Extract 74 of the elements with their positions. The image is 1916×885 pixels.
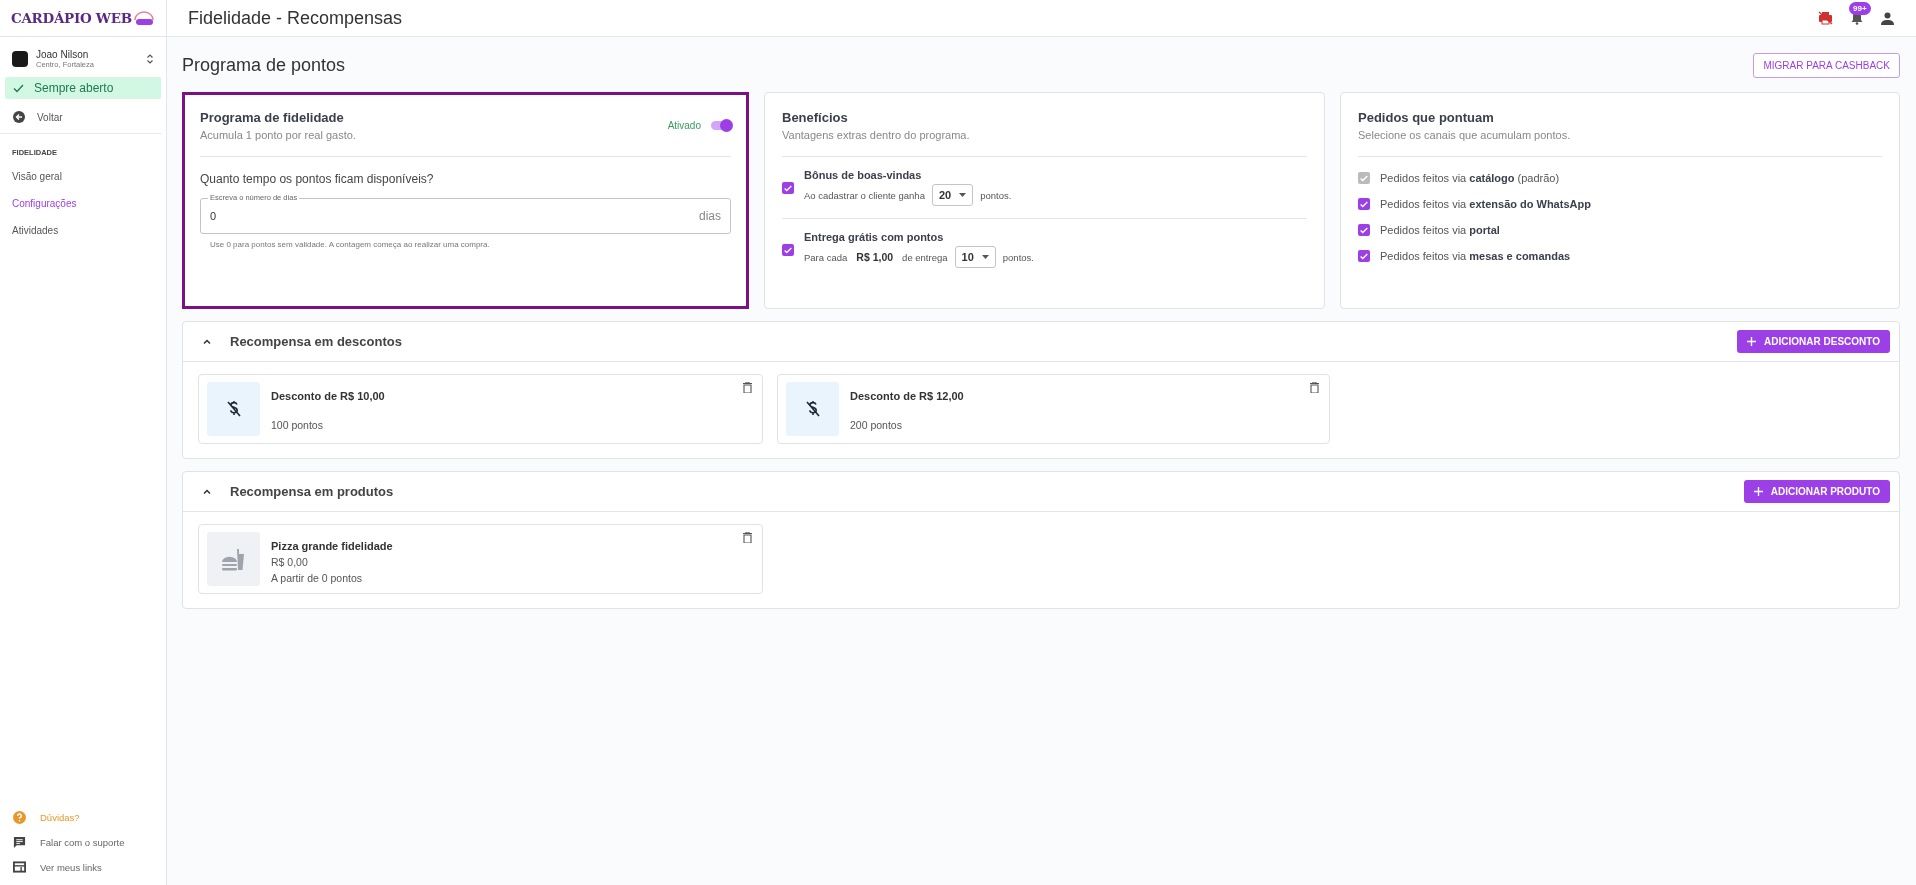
reward-card[interactable]: Desconto de R$ 10,00 100 pontos xyxy=(198,374,763,444)
plus-icon xyxy=(1747,337,1757,346)
card-title: Benefícios xyxy=(782,110,849,125)
benefit-title: Bônus de boas-vindas xyxy=(804,169,923,181)
reward-card[interactable]: Pizza grande fidelidade R$ 0,00 A partir de 0 pontos xyxy=(198,524,763,594)
notification-badge: 99+ xyxy=(1849,2,1871,15)
card-subtitle: Selecione os canais que acumulam pontos. xyxy=(1358,129,1572,141)
reward-card[interactable]: Desconto de R$ 12,00 200 pontos xyxy=(777,374,1330,444)
trash-icon[interactable] xyxy=(743,382,752,393)
help-icon xyxy=(13,811,26,824)
helper-text: Use 0 para pontos sem validade. A contagem começa ao realizar uma compra. xyxy=(210,240,491,249)
checkbox[interactable] xyxy=(1358,224,1370,236)
money-off-icon xyxy=(225,400,242,418)
points-select[interactable]: 10 xyxy=(954,246,996,268)
reward-title: Desconto de R$ 10,00 xyxy=(271,390,386,402)
card-subtitle: Acumula 1 ponto por real gasto. xyxy=(200,129,357,141)
plus-icon xyxy=(1753,487,1763,496)
user-icon[interactable] xyxy=(1881,11,1894,25)
card-subtitle: Vantagens extras dentro do programa. xyxy=(782,129,971,141)
window-icon xyxy=(13,861,26,873)
chat-icon xyxy=(13,836,26,849)
back-icon[interactable] xyxy=(13,111,25,123)
benefit-title: Entrega grátis com pontos xyxy=(804,231,945,243)
trash-icon[interactable] xyxy=(743,532,752,543)
add-button[interactable]: ADICIONAR DESCONTO xyxy=(1737,330,1890,353)
benefit-text: pontos. xyxy=(980,189,1012,201)
add-button[interactable]: ADICIONAR PRODUTO xyxy=(1743,480,1890,503)
section-title: Recompensa em descontos xyxy=(230,334,403,349)
question-text: Quanto tempo os pontos ficam disponíveis? xyxy=(200,172,435,186)
reward-detail: 200 pontos xyxy=(850,419,903,431)
reward-detail: 100 pontos xyxy=(271,419,324,431)
channel-label: Pedidos feitos via mesas e comandas xyxy=(1380,250,1571,262)
card-title: Programa de fidelidade xyxy=(200,110,345,125)
reward-detail: A partir de 0 pontos xyxy=(271,572,364,584)
trash-icon[interactable] xyxy=(1310,382,1319,393)
sidebar-item[interactable]: Atividades xyxy=(0,217,166,244)
toggle-switch[interactable] xyxy=(711,121,731,130)
app-logo[interactable]: CARDÁPIO WEB xyxy=(11,10,132,26)
checkbox[interactable] xyxy=(782,182,794,194)
page-title: Programa de pontos xyxy=(182,55,346,76)
logo-icon xyxy=(132,10,155,26)
printer-off-icon[interactable] xyxy=(1818,11,1833,25)
channel-label: Pedidos feitos via catálogo (padrão) xyxy=(1380,172,1560,184)
benefit-text: pontos. xyxy=(1002,251,1034,263)
card-title: Pedidos que pontuam xyxy=(1358,110,1495,125)
money-off-icon xyxy=(804,400,821,418)
amount-text: R$ 1,00 xyxy=(856,251,894,263)
channel-label: Pedidos feitos via extensão do WhatsApp xyxy=(1380,198,1591,210)
caret-icon xyxy=(981,255,989,259)
channel-label: Pedidos feitos via portal xyxy=(1380,224,1500,236)
sidebar-link[interactable]: Falar com o suporte xyxy=(40,837,125,848)
page-header-title: Fidelidade - Recompensas xyxy=(188,7,404,29)
sidebar-item[interactable]: Configurações xyxy=(0,190,166,217)
store-name: Joao Nilson xyxy=(36,49,90,60)
checkbox[interactable] xyxy=(1358,198,1370,210)
benefit-text: Ao cadastrar o cliente ganha xyxy=(804,189,925,201)
migrate-button[interactable]: MIGRAR PARA CASHBACK xyxy=(1753,53,1900,78)
sidebar-item[interactable]: Visão geral xyxy=(0,163,166,190)
points-select[interactable]: 20 xyxy=(931,184,974,206)
checkbox[interactable] xyxy=(1358,250,1370,262)
back-link[interactable]: Voltar xyxy=(37,111,63,123)
benefit-text: Para cada xyxy=(804,251,848,263)
reward-detail: R$ 0,00 xyxy=(271,556,309,568)
sidebar-link[interactable]: Ver meus links xyxy=(40,861,102,873)
checkbox[interactable] xyxy=(782,244,794,256)
caret-icon xyxy=(959,193,967,197)
expand-icon[interactable] xyxy=(146,53,154,65)
reward-title: Pizza grande fidelidade xyxy=(271,540,394,552)
section-title: Recompensa em produtos xyxy=(230,484,395,499)
store-avatar xyxy=(12,51,28,67)
benefit-text: de entrega xyxy=(902,251,948,263)
status-label: Ativado xyxy=(667,120,701,131)
reward-title: Desconto de R$ 12,00 xyxy=(850,390,965,402)
status-badge: Sempre aberto xyxy=(5,77,161,99)
